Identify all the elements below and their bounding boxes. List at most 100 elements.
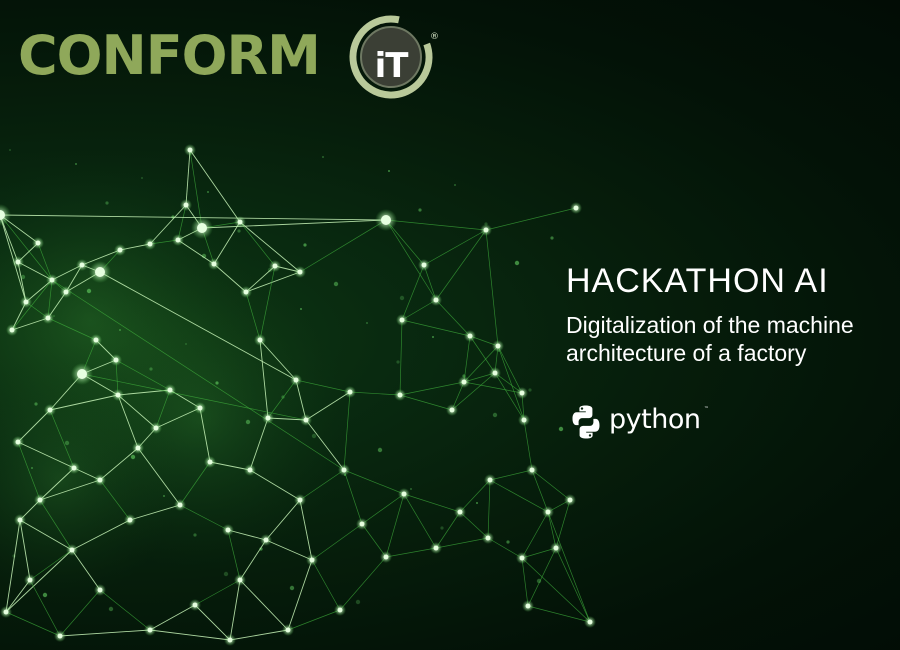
network-edge	[487, 479, 491, 539]
network-edge	[287, 559, 313, 631]
hackathon-subtitle: Digitalization of the machine architectu…	[566, 312, 854, 366]
network-particle	[550, 236, 554, 240]
network-edge	[403, 493, 461, 513]
hackathon-banner: CONFORM iT ® HACKATHON AI Digitalization…	[0, 0, 900, 650]
network-node	[183, 202, 189, 208]
network-particle	[558, 426, 564, 432]
network-edge	[311, 523, 363, 561]
network-node	[433, 297, 439, 303]
network-particle	[163, 495, 165, 497]
network-node	[97, 587, 103, 593]
network-node	[545, 509, 551, 515]
network-edge	[361, 523, 387, 558]
network-edge	[349, 391, 401, 396]
registered-mark: ®	[430, 32, 439, 42]
network-particle	[396, 360, 400, 364]
network-node	[211, 261, 217, 267]
network-edge	[361, 493, 405, 525]
network-edge	[555, 547, 591, 623]
network-particle	[9, 149, 11, 151]
network-particle	[311, 433, 317, 439]
network-node	[263, 537, 269, 543]
network-edge	[149, 604, 196, 631]
network-edge	[5, 611, 61, 637]
network-node	[257, 337, 263, 343]
network-edge	[435, 229, 487, 301]
network-edge	[385, 219, 487, 231]
network-edge	[194, 579, 241, 606]
network-node	[461, 379, 467, 385]
network-edge	[521, 557, 591, 623]
network-edge	[401, 264, 425, 321]
network-node	[63, 289, 69, 295]
network-node	[303, 417, 309, 423]
network-node	[135, 445, 141, 451]
network-edge	[489, 469, 533, 481]
python-logo: python ™	[568, 402, 728, 442]
network-particle	[108, 606, 114, 612]
network-node	[467, 333, 473, 339]
network-edge	[435, 299, 471, 337]
network-edge	[194, 604, 231, 641]
network-particle	[64, 440, 70, 446]
network-node	[401, 491, 407, 497]
network-edge	[339, 556, 387, 611]
network-node	[521, 417, 527, 423]
network-particle	[377, 447, 383, 453]
network-node	[177, 502, 183, 508]
network-node	[153, 425, 159, 431]
network-node	[93, 337, 99, 343]
network-node	[487, 477, 493, 483]
network-node	[567, 497, 573, 503]
network-edge	[497, 345, 525, 421]
network-edge	[401, 319, 471, 337]
network-node	[175, 237, 181, 243]
network-particle	[86, 288, 92, 294]
python-wordmark: python	[609, 404, 701, 435]
trademark-mark: ™	[704, 406, 709, 412]
network-node	[293, 377, 299, 383]
network-edge	[403, 493, 437, 549]
network-edge	[149, 629, 231, 641]
network-node	[399, 317, 405, 323]
network-particle	[432, 336, 434, 338]
network-node	[519, 390, 525, 396]
network-node	[27, 577, 33, 583]
network-node	[117, 247, 123, 253]
network-particle	[388, 170, 390, 172]
network-edge	[399, 394, 453, 411]
network-edge	[459, 479, 491, 513]
network-edge	[287, 609, 341, 631]
network-node	[421, 262, 427, 268]
network-edge	[399, 319, 403, 396]
network-edge	[523, 419, 533, 471]
network-node	[97, 477, 103, 483]
network-node	[15, 259, 21, 265]
network-node	[341, 467, 347, 473]
network-node	[45, 315, 51, 321]
network-edge	[229, 629, 289, 641]
network-node	[337, 607, 343, 613]
network-node	[115, 392, 121, 398]
network-node	[573, 205, 579, 211]
network-node	[23, 299, 29, 305]
network-node	[225, 527, 231, 533]
network-node	[37, 497, 43, 503]
network-node	[15, 439, 21, 445]
network-node	[272, 263, 278, 269]
network-particle	[223, 571, 229, 577]
network-node	[167, 387, 173, 393]
network-edge	[343, 469, 363, 525]
network-node	[297, 497, 303, 503]
network-node	[247, 467, 253, 473]
python-logo-icon	[572, 405, 600, 439]
network-particle	[399, 295, 405, 301]
network-edge	[343, 469, 405, 495]
network-node	[187, 147, 193, 153]
network-node	[77, 369, 87, 379]
network-node	[457, 509, 463, 515]
network-edge	[99, 589, 151, 631]
network-node	[95, 267, 105, 277]
network-edge	[469, 335, 496, 374]
network-edge	[311, 559, 341, 611]
